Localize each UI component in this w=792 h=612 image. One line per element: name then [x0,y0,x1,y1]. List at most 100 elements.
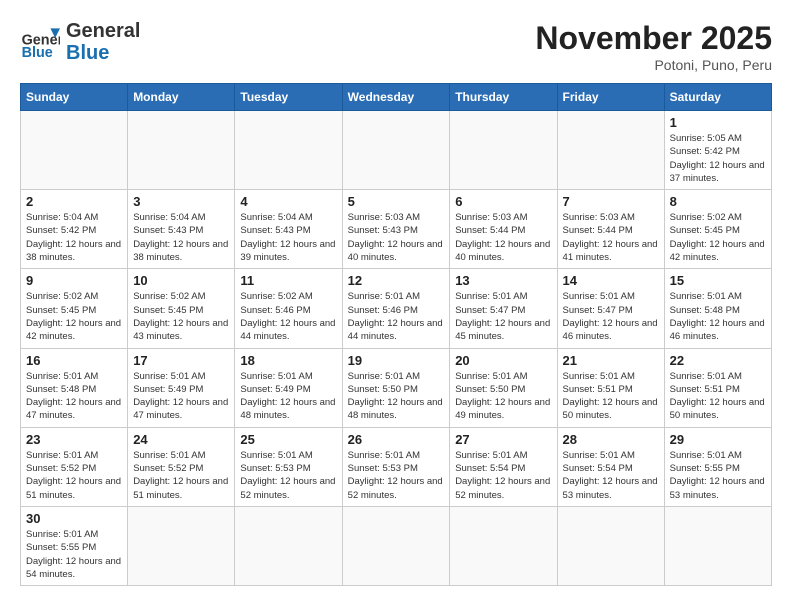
day-info: Sunrise: 5:04 AM Sunset: 5:43 PM Dayligh… [133,211,229,264]
column-header-monday: Monday [128,84,235,111]
day-info: Sunrise: 5:03 AM Sunset: 5:44 PM Dayligh… [563,211,659,264]
column-header-saturday: Saturday [664,84,771,111]
day-info: Sunrise: 5:03 AM Sunset: 5:43 PM Dayligh… [348,211,445,264]
day-number: 8 [670,194,766,209]
calendar-cell: 14Sunrise: 5:01 AM Sunset: 5:47 PM Dayli… [557,269,664,348]
calendar-cell: 1 Sunrise: 5:05 AM Sunset: 5:42 PM Daylig… [664,111,771,190]
day-number: 15 [670,273,766,288]
day-number: 10 [133,273,229,288]
calendar-cell: 10 Sunrise: 5:02 AM Sunset: 5:45 PM Dayli… [128,269,235,348]
calendar-week-row: 1 Sunrise: 5:05 AM Sunset: 5:42 PM Daylig… [21,111,772,190]
calendar-cell: 15Sunrise: 5:01 AM Sunset: 5:48 PM Dayli… [664,269,771,348]
day-info: Sunrise: 5:01 AM Sunset: 5:52 PM Dayligh… [133,449,229,502]
title-block: November 2025 Potoni, Puno, Peru [535,20,772,73]
day-number: 11 [240,273,336,288]
calendar-cell [128,111,235,190]
day-info: Sunrise: 5:04 AM Sunset: 5:43 PM Dayligh… [240,211,336,264]
day-info: Sunrise: 5:01 AM Sunset: 5:50 PM Dayligh… [348,370,445,423]
day-number: 29 [670,432,766,447]
calendar-cell [128,506,235,585]
calendar-cell: 5 Sunrise: 5:03 AM Sunset: 5:43 PM Daylig… [342,190,450,269]
calendar-week-row: 16Sunrise: 5:01 AM Sunset: 5:48 PM Dayli… [21,348,772,427]
calendar-cell [557,506,664,585]
calendar-week-row: 9 Sunrise: 5:02 AM Sunset: 5:45 PM Daylig… [21,269,772,348]
day-number: 12 [348,273,445,288]
calendar-cell: 16Sunrise: 5:01 AM Sunset: 5:48 PM Dayli… [21,348,128,427]
day-info: Sunrise: 5:02 AM Sunset: 5:45 PM Dayligh… [133,290,229,343]
day-info: Sunrise: 5:01 AM Sunset: 5:55 PM Dayligh… [670,449,766,502]
calendar-cell: 27Sunrise: 5:01 AM Sunset: 5:54 PM Dayli… [450,427,557,506]
calendar-cell: 21 Sunrise: 5:01 AM Sunset: 5:51 PM Dayli… [557,348,664,427]
day-info: Sunrise: 5:05 AM Sunset: 5:42 PM Dayligh… [670,132,766,185]
calendar-cell: 28Sunrise: 5:01 AM Sunset: 5:54 PM Dayli… [557,427,664,506]
day-info: Sunrise: 5:01 AM Sunset: 5:49 PM Dayligh… [240,370,336,423]
calendar-cell: 18Sunrise: 5:01 AM Sunset: 5:49 PM Dayli… [235,348,342,427]
day-number: 1 [670,115,766,130]
location-subtitle: Potoni, Puno, Peru [535,57,772,73]
calendar-cell: 20Sunrise: 5:01 AM Sunset: 5:50 PM Dayli… [450,348,557,427]
calendar-cell: 11Sunrise: 5:02 AM Sunset: 5:46 PM Dayli… [235,269,342,348]
calendar-header-row: SundayMondayTuesdayWednesdayThursdayFrid… [21,84,772,111]
calendar-cell: 13 Sunrise: 5:01 AM Sunset: 5:47 PM Dayli… [450,269,557,348]
calendar-cell [450,506,557,585]
calendar-cell [21,111,128,190]
calendar-cell [342,506,450,585]
day-number: 3 [133,194,229,209]
calendar-cell: 22Sunrise: 5:01 AM Sunset: 5:51 PM Dayli… [664,348,771,427]
day-info: Sunrise: 5:01 AM Sunset: 5:55 PM Dayligh… [26,528,122,581]
logo-blue-text: Blue [66,42,140,64]
calendar-cell: 4 Sunrise: 5:04 AM Sunset: 5:43 PM Daylig… [235,190,342,269]
calendar-cell: 23Sunrise: 5:01 AM Sunset: 5:52 PM Dayli… [21,427,128,506]
column-header-wednesday: Wednesday [342,84,450,111]
day-info: Sunrise: 5:01 AM Sunset: 5:53 PM Dayligh… [348,449,445,502]
day-number: 26 [348,432,445,447]
day-info: Sunrise: 5:01 AM Sunset: 5:46 PM Dayligh… [348,290,445,343]
day-number: 2 [26,194,122,209]
day-number: 7 [563,194,659,209]
logo: General Blue General Blue [20,20,140,64]
day-number: 30 [26,511,122,526]
day-info: Sunrise: 5:01 AM Sunset: 5:53 PM Dayligh… [240,449,336,502]
day-info: Sunrise: 5:01 AM Sunset: 5:52 PM Dayligh… [26,449,122,502]
calendar-cell: 3 Sunrise: 5:04 AM Sunset: 5:43 PM Daylig… [128,190,235,269]
day-number: 9 [26,273,122,288]
svg-text:Blue: Blue [22,45,53,61]
day-number: 17 [133,353,229,368]
month-title: November 2025 [535,20,772,57]
column-header-friday: Friday [557,84,664,111]
day-number: 21 [563,353,659,368]
calendar-cell: 24 Sunrise: 5:01 AM Sunset: 5:52 PM Dayli… [128,427,235,506]
logo-icon: General Blue [20,22,60,62]
day-info: Sunrise: 5:01 AM Sunset: 5:47 PM Dayligh… [455,290,551,343]
calendar-cell [450,111,557,190]
calendar-cell: 12 Sunrise: 5:01 AM Sunset: 5:46 PM Dayli… [342,269,450,348]
day-info: Sunrise: 5:02 AM Sunset: 5:45 PM Dayligh… [26,290,122,343]
calendar-week-row: 23Sunrise: 5:01 AM Sunset: 5:52 PM Dayli… [21,427,772,506]
day-info: Sunrise: 5:04 AM Sunset: 5:42 PM Dayligh… [26,211,122,264]
calendar-cell [235,111,342,190]
day-number: 25 [240,432,336,447]
calendar-cell [342,111,450,190]
day-number: 20 [455,353,551,368]
calendar-cell: 17 Sunrise: 5:01 AM Sunset: 5:49 PM Dayli… [128,348,235,427]
calendar-cell [557,111,664,190]
calendar-cell: 9 Sunrise: 5:02 AM Sunset: 5:45 PM Daylig… [21,269,128,348]
calendar-cell: 19Sunrise: 5:01 AM Sunset: 5:50 PM Dayli… [342,348,450,427]
day-number: 13 [455,273,551,288]
day-info: Sunrise: 5:01 AM Sunset: 5:54 PM Dayligh… [563,449,659,502]
calendar-cell: 25 Sunrise: 5:01 AM Sunset: 5:53 PM Dayli… [235,427,342,506]
day-number: 16 [26,353,122,368]
day-number: 24 [133,432,229,447]
calendar-cell [664,506,771,585]
calendar-cell: 8 Sunrise: 5:02 AM Sunset: 5:45 PM Daylig… [664,190,771,269]
day-number: 27 [455,432,551,447]
day-info: Sunrise: 5:02 AM Sunset: 5:45 PM Dayligh… [670,211,766,264]
calendar-table: SundayMondayTuesdayWednesdayThursdayFrid… [20,83,772,586]
day-info: Sunrise: 5:03 AM Sunset: 5:44 PM Dayligh… [455,211,551,264]
day-number: 4 [240,194,336,209]
day-info: Sunrise: 5:01 AM Sunset: 5:51 PM Dayligh… [563,370,659,423]
calendar-cell: 29 Sunrise: 5:01 AM Sunset: 5:55 PM Dayli… [664,427,771,506]
day-info: Sunrise: 5:01 AM Sunset: 5:49 PM Dayligh… [133,370,229,423]
day-number: 5 [348,194,445,209]
calendar-week-row: 30 Sunrise: 5:01 AM Sunset: 5:55 PM Dayli… [21,506,772,585]
